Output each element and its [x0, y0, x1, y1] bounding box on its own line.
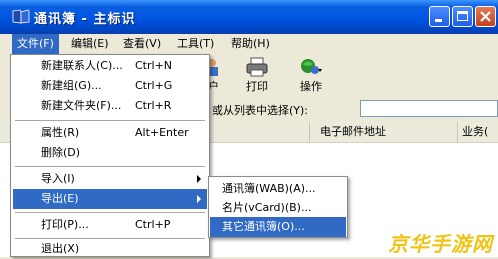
maximize-button[interactable] — [452, 6, 473, 27]
column-business-header[interactable]: 业务( — [458, 122, 498, 142]
menu-new-group[interactable]: 新建组(G)... Ctrl+G — [13, 76, 207, 96]
menu-print-shortcut: Ctrl+P — [135, 218, 171, 231]
export-submenu: 通讯簿(WAB)(A)... 名片(vCard)(B)... 其它通讯簿(O).… — [208, 176, 348, 238]
menu-properties-shortcut: Alt+Enter — [135, 126, 189, 139]
submenu-arrow-icon — [197, 175, 201, 183]
file-menu: 新建联系人(C)... Ctrl+N 新建组(G)... Ctrl+G 新建文件… — [10, 54, 210, 257]
menu-new-contact[interactable]: 新建联系人(C)... Ctrl+N — [13, 56, 207, 76]
menu-delete-label: 删除(D) — [41, 146, 81, 159]
menu-export[interactable]: 导出(E) — [13, 189, 207, 209]
submenu-export-vcard-label: 名片(vCard)(B)... — [222, 201, 312, 214]
menu-exit-label: 退出(X) — [41, 242, 80, 255]
menu-bar: 文件(F) 编辑(E) 查看(V) 工具(T) 帮助(H) — [0, 34, 498, 54]
submenu-export-other-label: 其它通讯簿(O)... — [222, 220, 305, 233]
column-business-label: 业务( — [462, 125, 489, 138]
menu-new-folder-shortcut: Ctrl+R — [135, 99, 172, 112]
minimize-icon — [435, 19, 442, 22]
menu-help[interactable]: 帮助(H) — [226, 34, 275, 54]
search-label: 或从列表中选择(Y): — [212, 104, 309, 117]
menu-view[interactable]: 查看(V) — [118, 34, 166, 54]
column-email-header[interactable]: 电子邮件地址 — [310, 122, 458, 142]
address-book-icon — [12, 9, 30, 24]
maximize-icon — [457, 11, 468, 21]
menu-delete[interactable]: 删除(D) — [13, 143, 207, 163]
search-input[interactable] — [360, 100, 498, 117]
menu-import-label: 导入(I) — [41, 172, 75, 185]
menu-tools[interactable]: 工具(T) — [172, 34, 219, 54]
printer-icon[interactable] — [246, 57, 268, 77]
minimize-button[interactable] — [429, 6, 450, 27]
menu-separator — [15, 120, 205, 121]
menu-import[interactable]: 导入(I) — [13, 169, 207, 189]
menu-properties-label: 属性(R) — [41, 126, 80, 139]
column-email-label: 电子邮件地址 — [320, 125, 386, 138]
menu-edit[interactable]: 编辑(E) — [66, 34, 114, 54]
watermark-logo: 京华手游网 — [388, 232, 493, 256]
toolbar-action-label[interactable]: 操作 — [300, 78, 322, 94]
action-icon[interactable] — [299, 57, 323, 77]
menu-separator — [15, 212, 205, 213]
window-title: 通讯簿 - 主标识 — [34, 12, 136, 27]
menu-new-contact-shortcut: Ctrl+N — [135, 59, 173, 72]
menu-new-folder-label: 新建文件夹(F)... — [41, 99, 122, 112]
menu-properties[interactable]: 属性(R) Alt+Enter — [13, 123, 207, 143]
menu-print-label: 打印(P)... — [41, 218, 89, 231]
submenu-arrow-icon — [197, 195, 201, 203]
menu-new-folder[interactable]: 新建文件夹(F)... Ctrl+R — [13, 96, 207, 116]
menu-print[interactable]: 打印(P)... Ctrl+P — [13, 215, 207, 235]
submenu-export-vcard[interactable]: 名片(vCard)(B)... — [210, 198, 346, 218]
menu-file[interactable]: 文件(F) — [12, 34, 59, 54]
title-bar[interactable]: 通讯簿 - 主标识 — [0, 0, 498, 34]
menu-new-group-shortcut: Ctrl+G — [135, 79, 173, 92]
close-button[interactable] — [475, 6, 496, 27]
menu-exit[interactable]: 退出(X) — [13, 239, 207, 259]
menu-export-label: 导出(E) — [41, 192, 79, 205]
close-icon — [480, 11, 491, 22]
menu-separator — [15, 166, 205, 167]
menu-new-group-label: 新建组(G)... — [41, 79, 102, 92]
menu-new-contact-label: 新建联系人(C)... — [41, 59, 123, 72]
submenu-export-wab-label: 通讯簿(WAB)(A)... — [222, 182, 316, 195]
submenu-export-wab[interactable]: 通讯簿(WAB)(A)... — [210, 179, 346, 199]
submenu-export-other[interactable]: 其它通讯簿(O)... — [210, 217, 346, 237]
column-name-header[interactable] — [210, 122, 310, 142]
toolbar-print-label[interactable]: 打印 — [246, 78, 268, 94]
